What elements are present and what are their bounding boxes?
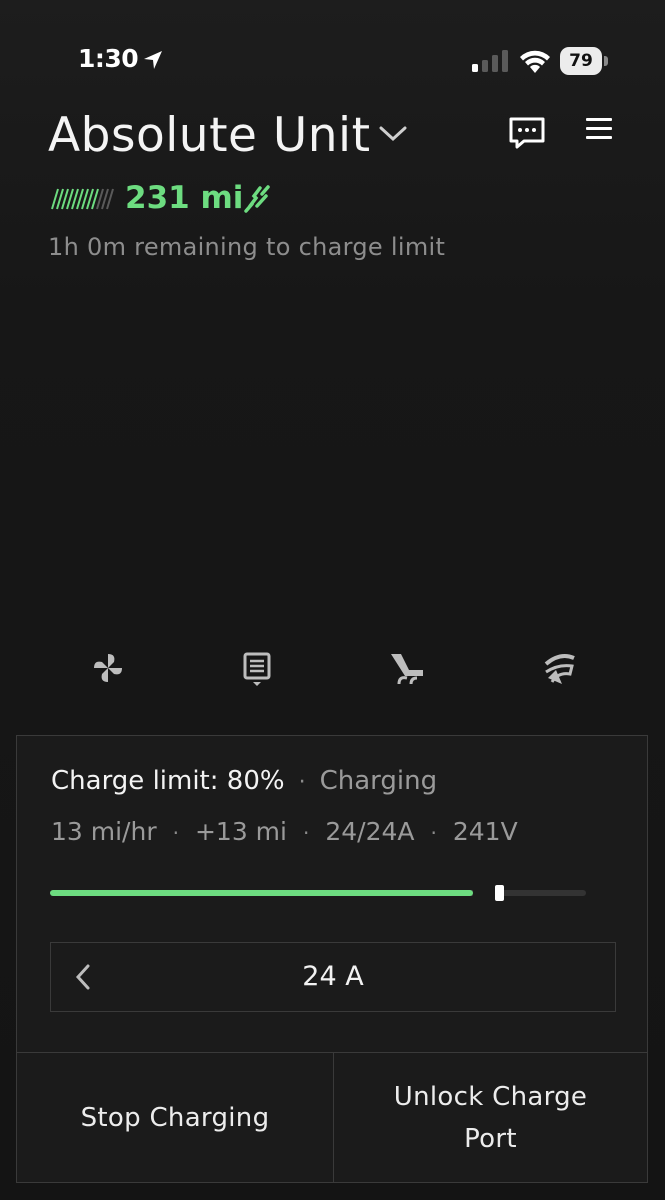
status-time: 1:30 [78,44,139,73]
action-buttons: Stop Charging Unlock Charge Port [17,1052,647,1183]
battery-nub [604,56,608,66]
unlock-label-line2: Port [464,1124,517,1154]
steering-wheel-heater-icon[interactable] [540,648,580,688]
stop-charging-label: Stop Charging [80,1103,270,1133]
chat-icon[interactable] [508,116,546,150]
battery-icon: 79 [560,47,602,75]
amp-value: 24 A [302,961,364,992]
vehicle-name[interactable]: Absolute Unit [48,108,371,163]
range-added: +13 mi [194,817,287,846]
charging-status: Charging [319,766,438,796]
chevron-down-icon[interactable] [378,125,408,143]
slider-gap [473,890,495,896]
location-arrow-icon [144,51,162,69]
unlock-label-line1: Unlock Charge [393,1082,588,1112]
amp-stepper: 24 A [50,942,616,1012]
seat-heater-icon[interactable] [387,648,427,688]
wifi-icon [520,50,550,73]
range-value: 231 mi [125,180,244,216]
charge-limit-handle[interactable] [495,885,504,901]
charge-stats: 13 mi/hr · +13 mi · 24/24A · 241V [51,817,518,846]
menu-icon[interactable] [584,116,614,142]
fan-icon[interactable] [88,648,128,688]
charge-limit-slider[interactable] [50,885,586,901]
cellular-signal-icon [472,50,508,72]
separator: · [302,821,310,845]
defrost-icon[interactable] [237,648,277,688]
unlock-charge-port-label: Unlock Charge Port [394,1076,587,1160]
charge-summary: Charge limit: 80% · Charging [51,766,437,796]
status-bar: 1:30 79 [0,0,665,100]
battery-level-fill [50,890,473,896]
separator: · [430,821,437,845]
charge-voltage: 241V [452,817,518,846]
charge-limit-label[interactable]: Charge limit: 80% [51,766,285,796]
range-row: 231 mi [48,180,448,220]
charging-plug-icon [244,185,270,213]
unlock-charge-port-button[interactable]: Unlock Charge Port [333,1053,647,1183]
stop-charging-button[interactable]: Stop Charging [17,1053,333,1183]
charge-rate: 13 mi/hr [51,817,157,846]
charge-time-remaining: 1h 0m remaining to charge limit [48,233,446,261]
charge-current: 24/24A [325,817,415,846]
separator: · [172,821,179,845]
battery-level-icon [51,188,114,210]
separator: · [298,770,306,795]
charge-card: Charge limit: 80% · Charging 13 mi/hr · +13 … [16,735,648,1183]
